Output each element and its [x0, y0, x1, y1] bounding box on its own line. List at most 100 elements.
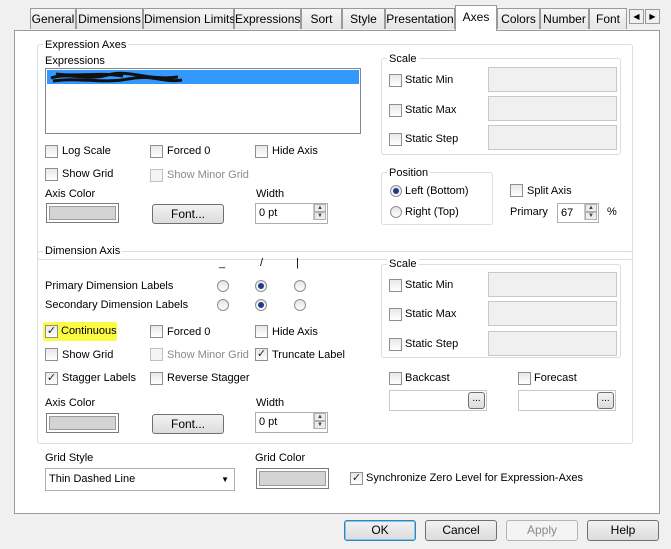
- dim-static-max-checkbox[interactable]: [389, 308, 402, 321]
- dim-static-min-label: Static Min: [405, 279, 454, 291]
- tab-font[interactable]: Font: [589, 8, 627, 29]
- tab-dimensions[interactable]: Dimensions: [76, 8, 143, 29]
- tab-colors[interactable]: Colors: [497, 8, 540, 29]
- reverse-stagger-checkbox[interactable]: [150, 372, 163, 385]
- width-value: 0 pt: [259, 207, 278, 219]
- expressions-list[interactable]: [45, 68, 361, 134]
- hide-axis-checkbox[interactable]: [255, 145, 268, 158]
- ok-button[interactable]: OK: [344, 520, 416, 541]
- primary-vertical-radio[interactable]: [294, 280, 306, 292]
- dim-forced-0-label: Forced 0: [167, 326, 211, 338]
- stagger-labels-label: Stagger Labels: [62, 372, 136, 384]
- apply-button[interactable]: Apply: [506, 520, 578, 541]
- check-icon: ✓: [46, 372, 57, 384]
- primary-dimension-labels-label: Primary Dimension Labels: [45, 280, 174, 292]
- tab-expressions[interactable]: Expressions: [234, 8, 301, 29]
- width-spinner[interactable]: ▲ ▼: [313, 204, 326, 220]
- static-step-input[interactable]: [488, 125, 617, 150]
- dim-static-step-label: Static Step: [405, 338, 459, 350]
- stagger-labels-checkbox[interactable]: ✓: [45, 372, 58, 385]
- right-top-radio[interactable]: [390, 206, 402, 218]
- secondary-vertical-radio[interactable]: [294, 299, 306, 311]
- primary-spinner[interactable]: ▲ ▼: [584, 204, 597, 220]
- spin-down-icon[interactable]: ▼: [314, 212, 326, 220]
- backcast-label: Backcast: [405, 372, 450, 384]
- static-max-checkbox[interactable]: [389, 104, 402, 117]
- split-axis-checkbox[interactable]: [510, 184, 523, 197]
- primary-horizontal-radio[interactable]: [217, 280, 229, 292]
- dim-hide-axis-checkbox[interactable]: [255, 325, 268, 338]
- show-grid-label: Show Grid: [62, 168, 114, 180]
- percent-label: %: [607, 206, 617, 218]
- static-min-input[interactable]: [488, 67, 617, 92]
- primary-diagonal-radio[interactable]: [255, 280, 267, 292]
- dim-static-max-label: Static Max: [405, 308, 457, 320]
- dim-axis-color-swatch[interactable]: [46, 413, 119, 433]
- tab-dimension-limits[interactable]: Dimension Limits: [143, 8, 235, 29]
- static-step-checkbox[interactable]: [389, 133, 402, 146]
- help-button[interactable]: Help: [587, 520, 659, 541]
- dim-show-minor-grid-checkbox[interactable]: [150, 348, 163, 361]
- font-button[interactable]: Font...: [152, 204, 224, 224]
- grid-style-label: Grid Style: [45, 452, 94, 464]
- left-bottom-radio[interactable]: [390, 185, 402, 197]
- grid-color-swatch[interactable]: [256, 468, 329, 489]
- static-max-input[interactable]: [488, 96, 617, 121]
- spin-down-icon[interactable]: ▼: [314, 421, 326, 429]
- left-bottom-label: Left (Bottom): [405, 185, 469, 197]
- secondary-diagonal-radio[interactable]: [255, 299, 267, 311]
- static-min-checkbox[interactable]: [389, 74, 402, 87]
- orientation-horizontal-header: _: [219, 257, 226, 269]
- cancel-button[interactable]: Cancel: [425, 520, 497, 541]
- dimension-scale-title: Scale: [387, 258, 419, 270]
- dim-static-min-checkbox[interactable]: [389, 279, 402, 292]
- tab-number[interactable]: Number: [540, 8, 589, 29]
- tab-style[interactable]: Style: [342, 8, 385, 29]
- expression-axes-title: Expression Axes: [43, 39, 129, 51]
- dim-font-button[interactable]: Font...: [152, 414, 224, 434]
- show-minor-grid-checkbox[interactable]: [150, 169, 163, 182]
- dim-width-spinner[interactable]: ▲ ▼: [313, 413, 326, 429]
- forecast-checkbox[interactable]: [518, 372, 531, 385]
- secondary-horizontal-radio[interactable]: [217, 299, 229, 311]
- static-step-label: Static Step: [405, 133, 459, 145]
- truncate-label-checkbox[interactable]: ✓: [255, 348, 268, 361]
- backcast-checkbox[interactable]: [389, 372, 402, 385]
- spin-down-icon[interactable]: ▼: [585, 212, 597, 220]
- dim-static-step-checkbox[interactable]: [389, 338, 402, 351]
- forecast-ellipsis-button[interactable]: ...: [597, 392, 614, 409]
- forecast-label: Forecast: [534, 372, 577, 384]
- static-max-label: Static Max: [405, 104, 457, 116]
- dim-static-min-input[interactable]: [488, 272, 617, 297]
- spin-up-icon[interactable]: ▲: [585, 204, 597, 212]
- tab-scroll-right-icon[interactable]: ▶: [645, 9, 660, 24]
- grid-style-select[interactable]: Thin Dashed Line ▼: [45, 468, 235, 491]
- axis-color-label: Axis Color: [45, 188, 96, 200]
- spin-up-icon[interactable]: ▲: [314, 413, 326, 421]
- tab-general[interactable]: General: [30, 8, 76, 29]
- dim-static-max-input[interactable]: [488, 301, 617, 326]
- hide-axis-label: Hide Axis: [272, 145, 318, 157]
- backcast-ellipsis-button[interactable]: ...: [468, 392, 485, 409]
- dim-show-grid-checkbox[interactable]: [45, 348, 58, 361]
- dimension-axis-title: Dimension Axis: [43, 245, 123, 257]
- dim-axis-color-label: Axis Color: [45, 397, 96, 409]
- tab-axes[interactable]: Axes: [455, 5, 497, 31]
- primary-label: Primary: [510, 206, 548, 218]
- log-scale-label: Log Scale: [62, 145, 111, 157]
- right-top-label: Right (Top): [405, 206, 459, 218]
- show-grid-checkbox[interactable]: [45, 168, 58, 181]
- tab-sort[interactable]: Sort: [301, 8, 342, 29]
- continuous-checkbox[interactable]: ✓: [45, 325, 58, 338]
- spin-up-icon[interactable]: ▲: [314, 204, 326, 212]
- dim-static-step-input[interactable]: [488, 331, 617, 356]
- axis-color-swatch[interactable]: [46, 203, 119, 223]
- truncate-label-label: Truncate Label: [272, 349, 345, 361]
- split-axis-label: Split Axis: [527, 185, 572, 197]
- dim-forced-0-checkbox[interactable]: [150, 325, 163, 338]
- forced-0-checkbox[interactable]: [150, 145, 163, 158]
- log-scale-checkbox[interactable]: [45, 145, 58, 158]
- sync-zero-checkbox[interactable]: ✓: [350, 472, 363, 485]
- tab-scroll-left-icon[interactable]: ◀: [629, 9, 644, 24]
- tab-presentation[interactable]: Presentation: [385, 8, 455, 29]
